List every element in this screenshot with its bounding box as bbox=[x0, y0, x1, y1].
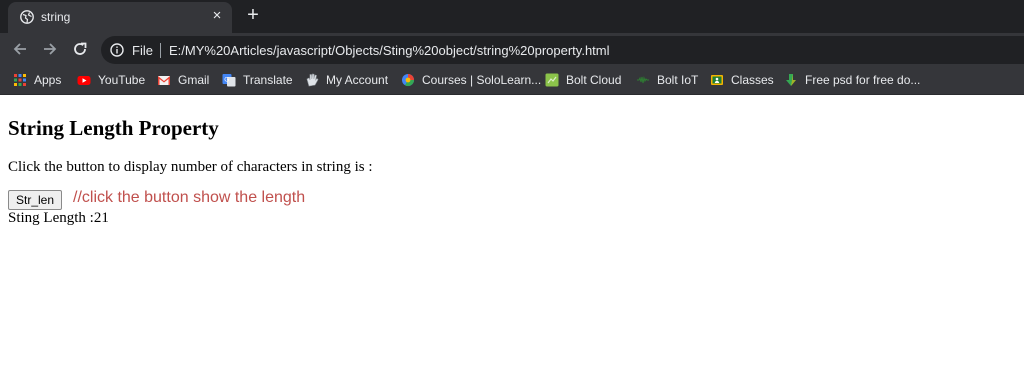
bookmark-free-psd[interactable]: Free psd for free do... bbox=[784, 72, 920, 88]
bolt-iot-icon bbox=[637, 76, 649, 84]
classes-icon bbox=[711, 75, 723, 85]
bookmark-gmail[interactable]: Gmail bbox=[157, 72, 209, 88]
svg-text:G: G bbox=[224, 77, 229, 84]
browser-toolbar: File E:/MY%20Articles/javascript/Objects… bbox=[0, 33, 1024, 65]
bookmark-youtube[interactable]: YouTube bbox=[77, 72, 145, 88]
url-text[interactable]: E:/MY%20Articles/javascript/Objects/Stin… bbox=[169, 43, 610, 58]
tab-strip: string × + bbox=[0, 0, 1024, 33]
bookmark-sololearn[interactable]: Courses | SoloLearn... bbox=[401, 72, 541, 88]
scheme-label: File bbox=[132, 43, 153, 58]
back-arrow-icon[interactable] bbox=[10, 39, 30, 59]
page-heading: String Length Property bbox=[8, 116, 219, 140]
download-arrow-icon bbox=[786, 74, 796, 86]
bookmark-label: Bolt Cloud bbox=[566, 73, 622, 87]
sololearn-icon bbox=[402, 74, 414, 87]
bookmark-label: Apps bbox=[34, 73, 62, 87]
tab-title: string bbox=[41, 10, 71, 24]
bookmark-my-account[interactable]: My Account bbox=[305, 72, 388, 88]
address-bar[interactable]: File E:/MY%20Articles/javascript/Objects… bbox=[101, 36, 1024, 64]
bookmarks-bar: Apps YouTube Gmail G Translate My Accoun… bbox=[0, 65, 1024, 95]
address-separator bbox=[160, 43, 161, 58]
info-icon[interactable] bbox=[110, 43, 124, 57]
browser-tab[interactable]: string × bbox=[8, 2, 232, 33]
bookmark-label: Bolt IoT bbox=[657, 73, 699, 87]
bookmark-label: YouTube bbox=[98, 73, 146, 87]
bookmark-label: Free psd for free do... bbox=[805, 73, 921, 87]
reload-icon[interactable] bbox=[70, 39, 90, 59]
page-content: String Length Property Click the button … bbox=[0, 96, 1024, 383]
gmail-icon bbox=[158, 76, 170, 85]
new-tab-button[interactable]: + bbox=[243, 5, 263, 25]
close-tab-icon[interactable]: × bbox=[209, 8, 225, 24]
bookmark-label: Gmail bbox=[178, 73, 210, 87]
bookmark-translate[interactable]: G Translate bbox=[222, 72, 293, 88]
bookmark-label: Classes bbox=[731, 73, 774, 87]
result-output: Sting Length :21 bbox=[8, 210, 109, 226]
apps-grid-icon bbox=[14, 74, 26, 86]
my-account-icon bbox=[306, 73, 319, 87]
bookmark-label: Courses | SoloLearn... bbox=[422, 73, 542, 87]
bookmark-classes[interactable]: Classes bbox=[710, 72, 774, 88]
globe-icon bbox=[20, 10, 34, 24]
annotation-comment: //click the button show the length bbox=[73, 189, 306, 206]
instruction-text: Click the button to display number of ch… bbox=[8, 159, 373, 175]
bookmark-bolt-cloud[interactable]: Bolt Cloud bbox=[545, 72, 621, 88]
bolt-cloud-icon bbox=[545, 73, 559, 87]
bookmark-label: Translate bbox=[243, 73, 293, 87]
translate-icon: G bbox=[222, 74, 236, 87]
bookmark-label: My Account bbox=[326, 73, 389, 87]
bookmark-apps[interactable]: Apps bbox=[13, 72, 61, 88]
str-len-button[interactable]: Str_len bbox=[8, 190, 62, 210]
bookmark-bolt-iot[interactable]: Bolt IoT bbox=[636, 72, 698, 88]
youtube-icon bbox=[77, 76, 91, 85]
forward-arrow-icon[interactable] bbox=[40, 39, 60, 59]
